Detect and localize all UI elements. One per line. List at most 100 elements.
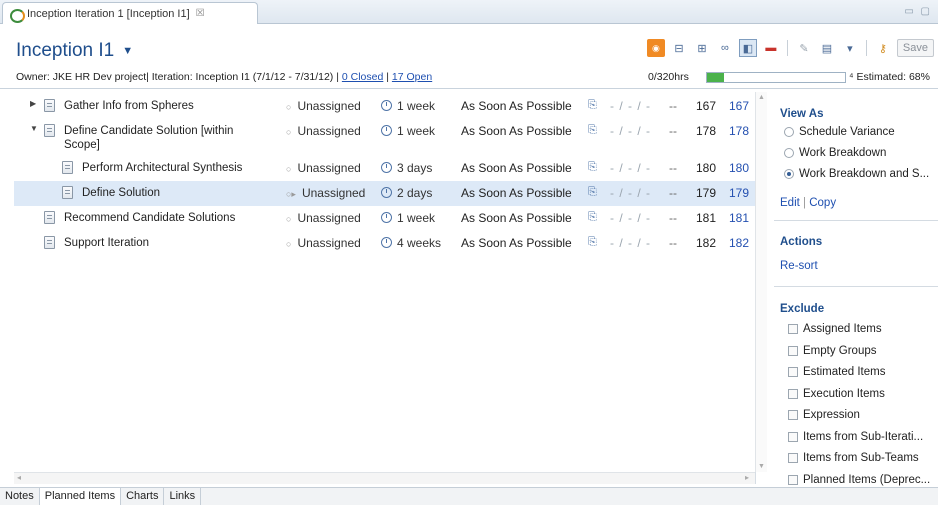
- priority-cell[interactable]: As Soon As Possible: [461, 124, 572, 138]
- expand-arrow-icon[interactable]: ▶: [30, 99, 36, 108]
- color-bar-icon[interactable]: ▬: [762, 39, 780, 57]
- duration-cell[interactable]: 4 weeks: [381, 236, 441, 250]
- radio-icon[interactable]: [784, 148, 794, 158]
- view-option-schedule-variance[interactable]: Schedule Variance: [784, 126, 895, 138]
- exclude-title: Exclude: [780, 303, 825, 315]
- radio-selected-icon[interactable]: [784, 169, 794, 179]
- owner-value: Unassigned: [301, 186, 366, 200]
- owner-cell[interactable]: ○▸ Unassigned: [286, 186, 365, 200]
- page-title[interactable]: Inception I1 ▼: [16, 40, 133, 62]
- report-icon[interactable]: ▤: [818, 39, 836, 57]
- duration-cell[interactable]: 2 days: [381, 186, 432, 200]
- table-row[interactable]: Support Iteration ○ Unassigned 4 weeks As…: [14, 231, 756, 256]
- id-link[interactable]: 180: [729, 161, 749, 175]
- collapse-arrow-icon[interactable]: ▼: [30, 124, 38, 133]
- priority-cell[interactable]: As Soon As Possible: [461, 99, 572, 113]
- checkbox-icon[interactable]: [788, 475, 798, 485]
- checkbox-icon[interactable]: [788, 453, 798, 463]
- exclude-estimated-items[interactable]: Estimated Items: [788, 366, 885, 378]
- owner-cell[interactable]: ○ Unassigned: [286, 99, 361, 113]
- checkbox-icon[interactable]: [788, 389, 798, 399]
- glasses-icon[interactable]: ∞: [716, 39, 734, 57]
- table-row-selected[interactable]: Define Solution ○▸ Unassigned 2 days As S…: [14, 181, 756, 206]
- item-name[interactable]: Support Iteration: [64, 236, 149, 250]
- resort-link[interactable]: Re-sort: [780, 260, 818, 272]
- item-name[interactable]: Gather Info from Spheres: [64, 99, 274, 113]
- save-button[interactable]: Save: [896, 39, 934, 57]
- editor-tab[interactable]: Inception Iteration 1 [Inception I1] ☒: [2, 2, 258, 24]
- dash-cell: --: [669, 236, 677, 250]
- scroll-down-icon[interactable]: ▼: [758, 463, 765, 470]
- scroll-up-icon[interactable]: ▲: [758, 94, 765, 101]
- item-name[interactable]: Recommend Candidate Solutions: [64, 211, 235, 225]
- id-link[interactable]: 167: [729, 99, 749, 113]
- owner-cell[interactable]: ○ Unassigned: [286, 161, 361, 175]
- exclude-expression[interactable]: Expression: [788, 409, 860, 421]
- lock-icon[interactable]: ⚷: [874, 39, 892, 57]
- edit-link[interactable]: Edit: [780, 197, 800, 209]
- item-name[interactable]: Perform Architectural Synthesis: [82, 161, 242, 175]
- exclude-items-from-sub-iterations[interactable]: Items from Sub-Iterati...: [788, 431, 923, 443]
- minimize-maximize-icon[interactable]: ▭ ▢: [904, 6, 932, 17]
- checkbox-icon[interactable]: [788, 346, 798, 356]
- table-row[interactable]: Perform Architectural Synthesis ○ Unassig…: [14, 156, 756, 181]
- table-row[interactable]: Recommend Candidate Solutions ○ Unassigne…: [14, 206, 756, 231]
- exclude-planned-items-deprecated[interactable]: Planned Items (Deprec...: [788, 474, 930, 486]
- table-row[interactable]: ▶ Gather Info from Spheres ○ Unassigned 1…: [14, 94, 756, 119]
- view-option-work-breakdown-and-schedule[interactable]: Work Breakdown and S...: [784, 168, 929, 180]
- id-link[interactable]: 182: [729, 236, 749, 250]
- duration-cell[interactable]: 3 days: [381, 161, 432, 175]
- id-link[interactable]: 181: [729, 211, 749, 225]
- exclude-empty-groups[interactable]: Empty Groups: [788, 345, 877, 357]
- checkbox-icon[interactable]: [788, 367, 798, 377]
- tab-planned-items[interactable]: Planned Items: [39, 488, 122, 505]
- expand-all-icon[interactable]: ⊞: [693, 39, 711, 57]
- panel-divider: [774, 286, 938, 287]
- clock-icon: [381, 125, 392, 136]
- id-link[interactable]: 179: [729, 186, 749, 200]
- priority-cell[interactable]: As Soon As Possible: [461, 236, 572, 250]
- collapse-all-icon[interactable]: ⊟: [670, 39, 688, 57]
- copy-link[interactable]: Copy: [809, 197, 836, 209]
- dash-cell: --: [669, 161, 677, 175]
- priority-cell[interactable]: As Soon As Possible: [461, 211, 572, 225]
- vertical-scrollbar[interactable]: ▲ ▼: [755, 92, 767, 472]
- radio-icon[interactable]: [784, 127, 794, 137]
- duration-value: 4 weeks: [397, 236, 442, 250]
- rss-feed-icon[interactable]: ◉: [646, 39, 665, 57]
- owner-cell[interactable]: ○ Unassigned: [286, 124, 361, 138]
- checkbox-icon[interactable]: [788, 410, 798, 420]
- tab-notes[interactable]: Notes: [0, 488, 40, 505]
- report-dropdown-icon[interactable]: ▾: [841, 39, 859, 57]
- chevron-down-icon[interactable]: ▼: [122, 45, 133, 57]
- duration-cell[interactable]: 1 week: [381, 211, 435, 225]
- closed-items-link[interactable]: 0 Closed: [342, 71, 383, 83]
- duration-cell[interactable]: 1 week: [381, 124, 435, 138]
- checkbox-icon[interactable]: [788, 432, 798, 442]
- table-row[interactable]: ▼ Define Candidate Solution [within Scop…: [14, 119, 756, 155]
- tab-charts[interactable]: Charts: [121, 488, 165, 505]
- close-icon[interactable]: ☒: [196, 8, 205, 19]
- owner-cell[interactable]: ○ Unassigned: [286, 236, 361, 250]
- tab-links[interactable]: Links: [164, 488, 202, 505]
- open-items-link[interactable]: 17 Open: [392, 71, 432, 83]
- side-panel: View As Schedule Variance Work Breakdown…: [770, 92, 938, 487]
- id-link[interactable]: 178: [729, 124, 749, 138]
- exclude-execution-items[interactable]: Execution Items: [788, 388, 885, 400]
- item-name[interactable]: Define Candidate Solution [within Scope]: [64, 124, 264, 152]
- horizontal-scrollbar[interactable]: ◂ ▸: [14, 472, 755, 484]
- owner-dot-icon: ○: [286, 214, 292, 224]
- scroll-left-icon[interactable]: ◂: [17, 473, 21, 482]
- scroll-right-icon[interactable]: ▸: [745, 473, 749, 482]
- priority-cell[interactable]: As Soon As Possible: [461, 161, 572, 175]
- edit-note-icon[interactable]: ✎: [795, 39, 813, 57]
- duration-cell[interactable]: 1 week: [381, 99, 435, 113]
- owner-cell[interactable]: ○ Unassigned: [286, 211, 361, 225]
- priority-cell[interactable]: As Soon As Possible: [461, 186, 572, 200]
- item-name[interactable]: Define Solution: [82, 186, 160, 200]
- view-option-work-breakdown[interactable]: Work Breakdown: [784, 147, 886, 159]
- toggle-panel-icon[interactable]: ◧: [738, 39, 757, 57]
- exclude-assigned-items[interactable]: Assigned Items: [788, 323, 882, 335]
- exclude-items-from-sub-teams[interactable]: Items from Sub-Teams: [788, 452, 919, 464]
- checkbox-icon[interactable]: [788, 324, 798, 334]
